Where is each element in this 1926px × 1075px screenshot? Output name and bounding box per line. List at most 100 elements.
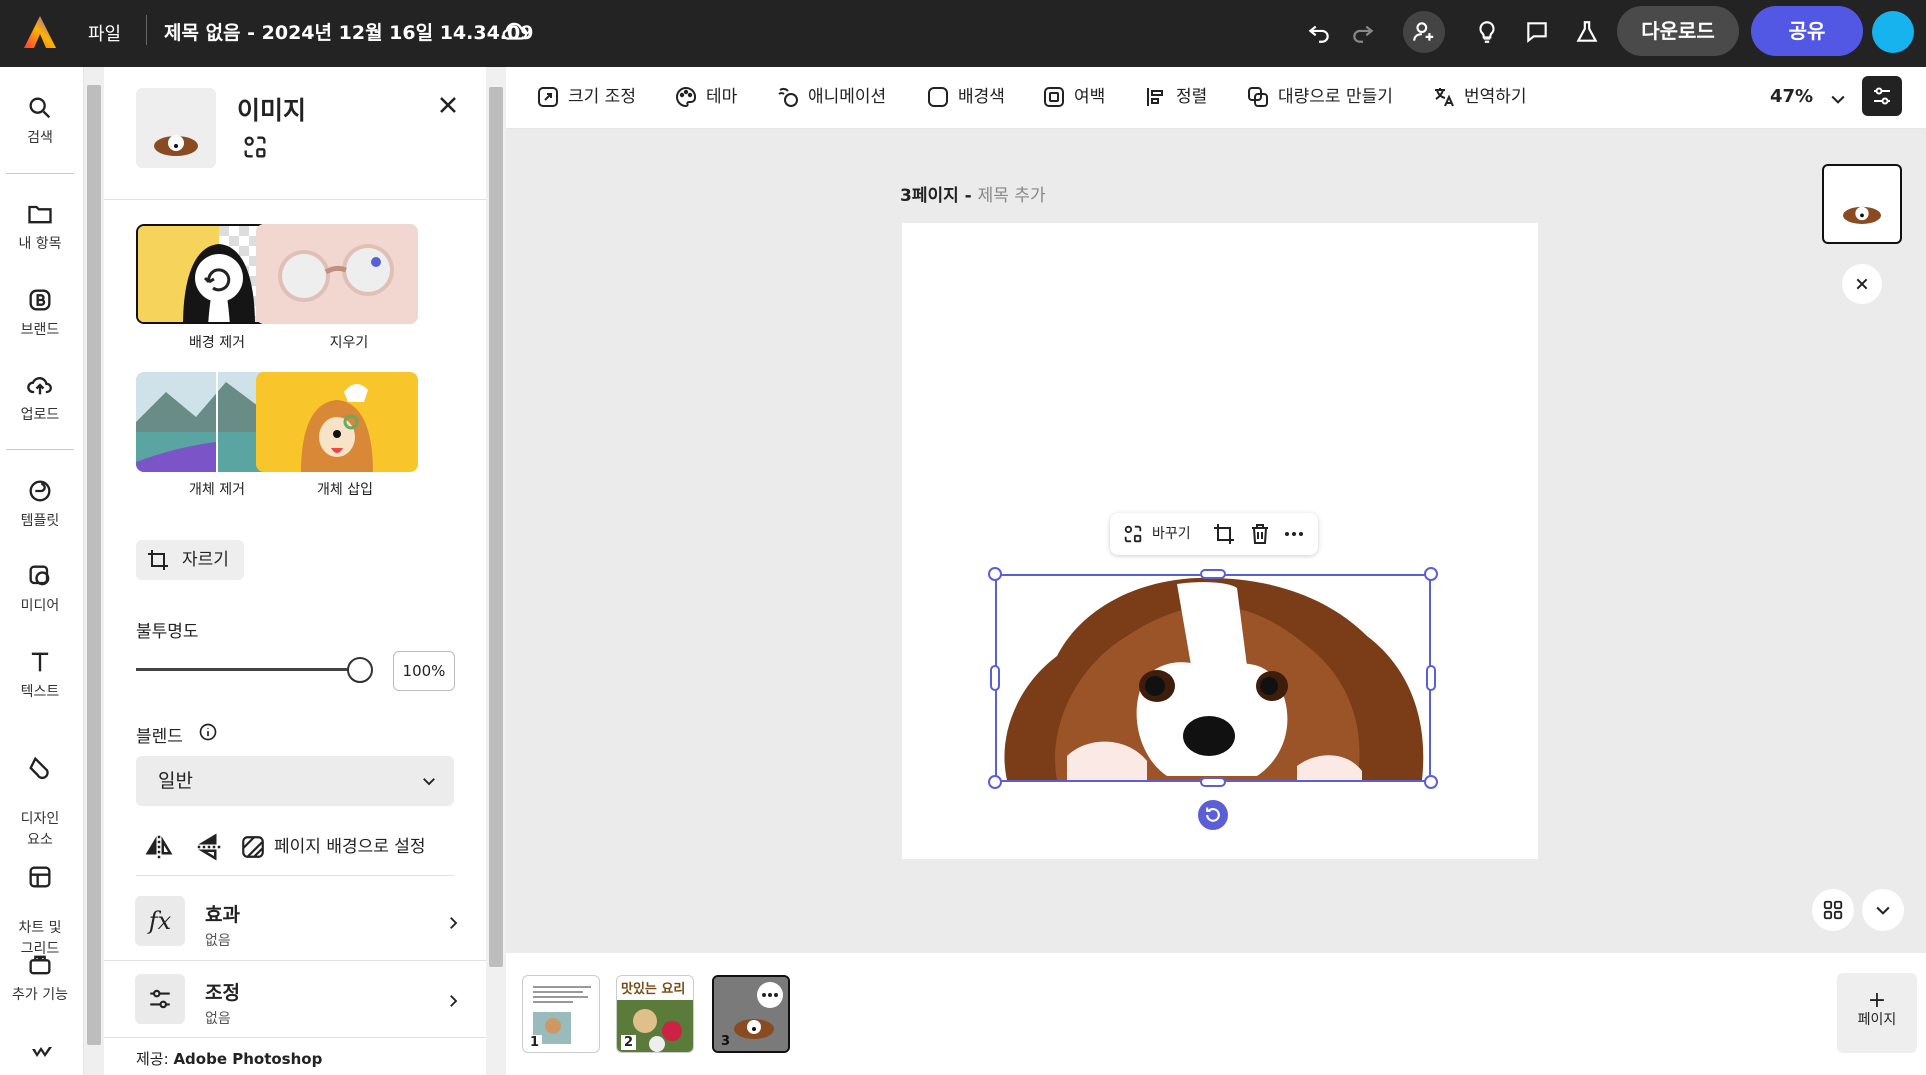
rail-label: 브랜드: [20, 322, 60, 338]
adobe-express-logo-icon[interactable]: [22, 14, 58, 50]
provider-credit: 제공: Adobe Photoshop: [136, 1048, 322, 1069]
tool-padding[interactable]: 여백: [1042, 84, 1105, 110]
collapse-pages-button[interactable]: [1862, 889, 1904, 931]
set-as-page-background-button[interactable]: 페이지 배경으로 설정: [240, 834, 426, 860]
media-icon: [29, 565, 50, 586]
effects-icon[interactable]: fx: [135, 896, 185, 946]
selected-image-thumbnail: [136, 88, 216, 168]
rail-text[interactable]: 텍스트: [0, 648, 80, 703]
resize-handle[interactable]: [1200, 569, 1226, 579]
rail-label: 검색: [27, 130, 53, 146]
rail-charts-grids[interactable]: 차트 및 그리드: [0, 842, 80, 960]
panel-scrollbar[interactable]: [486, 67, 506, 1075]
close-icon[interactable]: [434, 91, 462, 119]
tool-translate[interactable]: 번역하기: [1432, 84, 1527, 110]
chevron-down-icon[interactable]: [1828, 89, 1848, 109]
resize-handle[interactable]: [990, 665, 1000, 691]
flask-icon[interactable]: [1570, 14, 1604, 50]
crop-button[interactable]: 자르기: [136, 540, 244, 580]
tool-label: 번역하기: [1464, 87, 1527, 107]
redo-icon[interactable]: [1346, 14, 1380, 50]
replace-button[interactable]: 바꾸기: [1122, 521, 1191, 547]
scrollbar-thumb[interactable]: [87, 85, 101, 1045]
flip-vertical-icon[interactable]: [194, 832, 224, 862]
page-thumbnail-text: 맛있는 요리: [621, 982, 686, 997]
tool-background-color[interactable]: 배경색: [926, 84, 1005, 110]
page-title[interactable]: 3페이지 - 제목 추가: [900, 181, 1046, 206]
rail-templates[interactable]: 템플릿: [0, 477, 80, 532]
tool-resize[interactable]: 크기 조정: [536, 84, 636, 110]
panel-title: 이미지: [237, 96, 307, 125]
effects-title[interactable]: 효과: [205, 900, 240, 927]
rail-scrollbar[interactable]: [84, 67, 104, 1075]
express-mark-icon[interactable]: [28, 1039, 56, 1063]
canvas-settings-button[interactable]: [1862, 76, 1902, 116]
opacity-input[interactable]: 100%: [393, 651, 455, 691]
file-menu[interactable]: 파일: [88, 20, 121, 46]
divider: [104, 960, 486, 961]
info-icon[interactable]: [198, 722, 218, 742]
grid-view-button[interactable]: [1812, 889, 1854, 931]
chevron-right-icon[interactable]: [444, 992, 462, 1010]
replace-image-icon[interactable]: [241, 133, 269, 161]
resize-handle[interactable]: [1200, 777, 1226, 787]
adjust-title[interactable]: 조정: [205, 978, 240, 1005]
trash-icon[interactable]: [1248, 522, 1272, 546]
resize-handle[interactable]: [1426, 665, 1436, 691]
rail-media[interactable]: 미디어: [0, 562, 80, 617]
tool-align[interactable]: 정렬: [1144, 84, 1207, 110]
tool-bulk-create[interactable]: 대량으로 만들기: [1246, 84, 1393, 110]
rotate-handle[interactable]: [1198, 800, 1228, 830]
rail-upload[interactable]: 업로드: [0, 371, 80, 426]
rail-my-items[interactable]: 내 항목: [0, 200, 80, 255]
rail-addons[interactable]: 추가 기능: [0, 951, 80, 1006]
blend-mode-select[interactable]: 일반: [136, 756, 454, 806]
crop-icon[interactable]: [1212, 522, 1236, 546]
download-button[interactable]: 다운로드: [1617, 6, 1739, 56]
avatar[interactable]: [1872, 11, 1914, 53]
rail-search[interactable]: 검색: [0, 94, 80, 149]
tool-theme[interactable]: 테마: [674, 84, 737, 110]
resize-icon: [538, 87, 558, 107]
page-thumbnail-3[interactable]: 3: [712, 975, 790, 1053]
page-thumbnail-2[interactable]: 맛있는 요리 2: [616, 975, 694, 1053]
plus-icon: +: [1867, 988, 1887, 1013]
resize-handle[interactable]: [1424, 567, 1438, 581]
resize-handle[interactable]: [988, 775, 1002, 789]
opacity-slider[interactable]: [136, 668, 361, 671]
tool-erase[interactable]: [256, 224, 418, 324]
resize-handle[interactable]: [988, 567, 1002, 581]
canvas-area[interactable]: 3페이지 - 제목 추가 바꾸기: [506, 129, 1926, 953]
lightbulb-icon[interactable]: [1470, 14, 1504, 50]
more-icon[interactable]: [1282, 522, 1306, 546]
undo-icon[interactable]: [1302, 14, 1336, 50]
adjust-icon[interactable]: [135, 974, 185, 1024]
tool-animation[interactable]: 애니메이션: [776, 84, 886, 110]
flip-horizontal-icon[interactable]: [144, 832, 174, 862]
tool-label: 테마: [706, 87, 738, 107]
canvas-toolbar: 크기 조정 테마 애니메이션 배경색 여백 정렬 대량으로 만들기 번역하기 4…: [506, 67, 1926, 129]
rail-design-elements[interactable]: 디자인 요소: [0, 733, 80, 851]
document-title[interactable]: 제목 없음 - 2024년 12월 16일 14.34.09: [164, 18, 533, 45]
page-thumbnail-1[interactable]: 1: [522, 975, 600, 1053]
close-page-preview-button[interactable]: [1842, 264, 1882, 304]
scrollbar-thumb[interactable]: [489, 87, 503, 967]
tool-insert-object[interactable]: [256, 372, 418, 472]
page-title-placeholder[interactable]: 제목 추가: [978, 186, 1046, 206]
zoom-level[interactable]: 47%: [1770, 86, 1813, 107]
resize-handle[interactable]: [1424, 775, 1438, 789]
cloud-sync-icon[interactable]: [500, 16, 530, 46]
invite-user-icon[interactable]: [1403, 11, 1445, 53]
rotate-icon: [1206, 807, 1220, 822]
shapes-icon: [29, 756, 49, 780]
translate-icon: [1435, 88, 1454, 107]
chevron-right-icon[interactable]: [444, 914, 462, 932]
comment-icon[interactable]: [1520, 14, 1554, 50]
top-bar: 파일 제목 없음 - 2024년 12월 16일 14.34.09 다운로드 공…: [0, 0, 1926, 67]
rail-brand[interactable]: 브랜드: [0, 286, 80, 341]
opacity-slider-knob[interactable]: [347, 657, 373, 683]
rail-label: 내 항목: [18, 236, 62, 252]
add-page-button[interactable]: + 페이지: [1837, 973, 1917, 1053]
current-page-thumbnail[interactable]: [1822, 164, 1902, 244]
share-button[interactable]: 공유: [1751, 6, 1863, 56]
